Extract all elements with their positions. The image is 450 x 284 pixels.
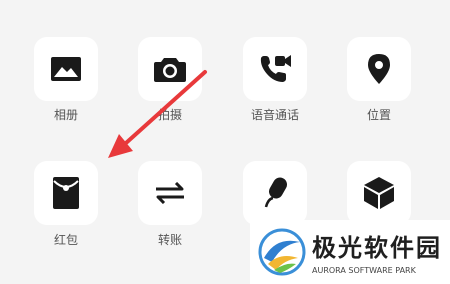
red-packet-label: 红包 <box>53 233 78 247</box>
location-button[interactable] <box>347 37 411 101</box>
voice-call-label: 语音通话 <box>250 108 299 122</box>
camera-button[interactable] <box>138 37 202 101</box>
voice-call-button[interactable] <box>243 37 307 101</box>
transfer-button[interactable] <box>138 161 202 225</box>
location-label: 位置 <box>366 108 391 122</box>
album-label: 相册 <box>53 108 78 122</box>
location-icon <box>368 54 390 84</box>
cube-button[interactable] <box>347 161 411 225</box>
watermark-subtitle: AURORA SOFTWARE PARK <box>312 266 416 275</box>
voice-input-button[interactable] <box>243 161 307 225</box>
transfer-label: 转账 <box>157 233 182 247</box>
transfer-icon <box>154 182 186 204</box>
aurora-logo-icon <box>258 228 306 280</box>
red-packet-button[interactable] <box>34 161 98 225</box>
red-packet-icon <box>53 177 79 209</box>
camera-icon <box>154 56 186 82</box>
camera-label: 拍摄 <box>157 108 182 122</box>
album-icon <box>51 57 81 81</box>
album-button[interactable] <box>34 37 98 101</box>
watermark-title: 极光软件园 <box>312 234 442 262</box>
microphone-icon <box>262 177 288 209</box>
voice-call-icon <box>259 54 291 84</box>
cube-icon <box>364 177 394 209</box>
watermark: 极光软件园 AURORA SOFTWARE PARK <box>250 220 450 284</box>
